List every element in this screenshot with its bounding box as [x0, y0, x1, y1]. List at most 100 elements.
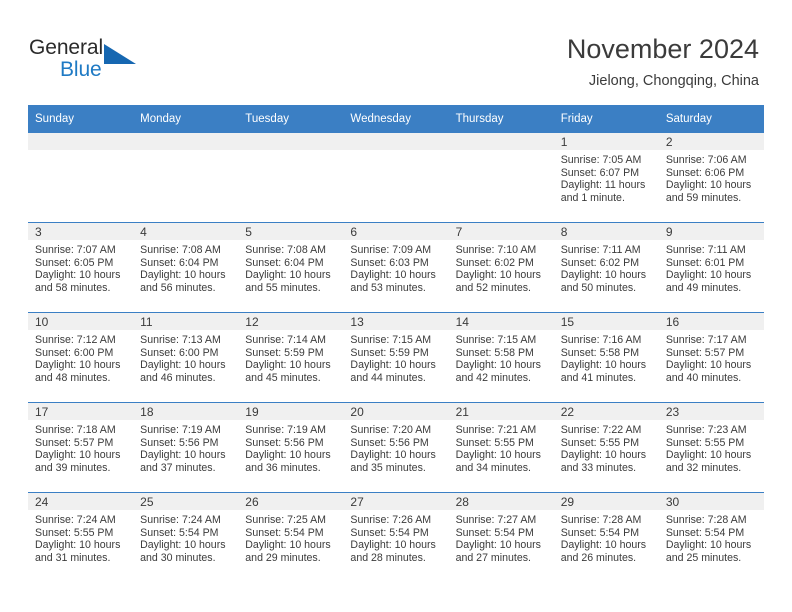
- calendar-day-cell[interactable]: 19 Sunrise: 7:19 AM Sunset: 5:56 PM Dayligh…: [238, 402, 344, 493]
- calendar-day-cell[interactable]: 18 Sunrise: 7:19 AM Sunset: 5:56 PM Dayligh…: [133, 402, 239, 493]
- calendar-day-cell[interactable]: 23 Sunrise: 7:23 AM Sunset: 5:55 PM Dayligh…: [658, 402, 764, 493]
- sunset-text: Sunset: 5:54 PM: [455, 526, 534, 539]
- daylight-text: Daylight: 10 hours and 40 minutes.: [665, 359, 752, 384]
- day-details: Sunrise: 7:05 AM Sunset: 6:07 PM Daylight:…: [554, 150, 659, 204]
- calendar-week-row: 24 Sunrise: 7:24 AM Sunset: 5:55 PM Dayligh…: [28, 492, 764, 582]
- calendar-day-cell[interactable]: 20 Sunrise: 7:20 AM Sunset: 5:56 PM Dayligh…: [343, 402, 449, 493]
- day-number: 18: [133, 403, 239, 420]
- day-details: Sunrise: 7:24 AM Sunset: 5:54 PM Daylight:…: [133, 510, 238, 564]
- day-number: 25: [133, 493, 239, 510]
- daylight-text: Daylight: 10 hours and 27 minutes.: [455, 539, 541, 564]
- sunset-text: Sunset: 6:00 PM: [35, 346, 114, 359]
- sunrise-text: Sunrise: 7:14 AM: [245, 334, 326, 346]
- daylight-text: Daylight: 10 hours and 29 minutes.: [245, 539, 331, 564]
- sunrise-text: Sunrise: 7:06 AM: [665, 154, 747, 166]
- sunset-text: Sunset: 5:55 PM: [455, 436, 534, 449]
- sunrise-text: Sunrise: 7:20 AM: [350, 424, 432, 436]
- sunset-text: Sunset: 5:58 PM: [560, 346, 640, 359]
- sunrise-text: Sunrise: 7:23 AM: [665, 424, 747, 436]
- day-details: Sunrise: 7:13 AM Sunset: 6:00 PM Daylight:…: [133, 330, 238, 384]
- sunset-text: Sunset: 5:55 PM: [665, 436, 745, 449]
- calendar-day-cell[interactable]: 27 Sunrise: 7:26 AM Sunset: 5:54 PM Dayligh…: [343, 492, 449, 582]
- calendar-day-cell[interactable]: 29 Sunrise: 7:28 AM Sunset: 5:54 PM Dayligh…: [553, 492, 659, 582]
- daylight-text: Daylight: 10 hours and 30 minutes.: [140, 539, 226, 564]
- calendar-day-cell[interactable]: 11 Sunrise: 7:13 AM Sunset: 6:00 PM Dayligh…: [133, 312, 239, 403]
- day-details: Sunrise: 7:09 AM Sunset: 6:03 PM Daylight:…: [343, 240, 448, 294]
- page-title: November 2024: [566, 34, 759, 64]
- calendar-day-cell[interactable]: 25 Sunrise: 7:24 AM Sunset: 5:54 PM Dayligh…: [133, 492, 239, 582]
- weekday-header-sunday: Sunday: [28, 105, 134, 133]
- day-number: 15: [553, 313, 659, 330]
- day-number: 9: [658, 223, 764, 240]
- calendar-day-cell[interactable]: 21 Sunrise: 7:21 AM Sunset: 5:55 PM Dayligh…: [448, 402, 554, 493]
- sunrise-text: Sunrise: 7:19 AM: [245, 424, 326, 436]
- sunrise-text: Sunrise: 7:07 AM: [35, 244, 116, 256]
- logo-text-blue: Blue: [60, 58, 102, 81]
- generalblue-logo[interactable]: General Blue: [29, 36, 164, 86]
- daylight-text: Daylight: 10 hours and 33 minutes.: [560, 449, 647, 474]
- day-details: Sunrise: 7:06 AM Sunset: 6:06 PM Daylight:…: [659, 150, 764, 204]
- calendar-day-cell[interactable]: 8 Sunrise: 7:11 AM Sunset: 6:02 PM Daylight…: [553, 222, 659, 313]
- calendar-day-cell[interactable]: 3 Sunrise: 7:07 AM Sunset: 6:05 PM Daylight…: [28, 222, 134, 313]
- sunrise-text: Sunrise: 7:15 AM: [455, 334, 537, 346]
- day-number: 27: [343, 493, 449, 510]
- calendar-day-cell[interactable]: 24 Sunrise: 7:24 AM Sunset: 5:55 PM Dayligh…: [28, 492, 134, 582]
- calendar-day-cell[interactable]: 22 Sunrise: 7:22 AM Sunset: 5:55 PM Dayligh…: [553, 402, 659, 493]
- day-number: 7: [448, 223, 554, 240]
- day-details: Sunrise: 7:17 AM Sunset: 5:57 PM Daylight:…: [659, 330, 764, 384]
- daylight-text: Daylight: 10 hours and 32 minutes.: [665, 449, 752, 474]
- sunset-text: Sunset: 5:54 PM: [350, 526, 429, 539]
- day-number: 6: [343, 223, 449, 240]
- sunset-text: Sunset: 6:04 PM: [245, 256, 324, 269]
- day-number: 1: [553, 133, 659, 150]
- sunset-text: Sunset: 5:54 PM: [560, 526, 640, 539]
- sunset-text: Sunset: 5:54 PM: [665, 526, 745, 539]
- daylight-text: Daylight: 10 hours and 39 minutes.: [35, 449, 121, 474]
- daylight-text: Daylight: 10 hours and 42 minutes.: [455, 359, 541, 384]
- sunrise-text: Sunrise: 7:28 AM: [665, 514, 747, 526]
- calendar-day-cell[interactable]: 10 Sunrise: 7:12 AM Sunset: 6:00 PM Dayligh…: [28, 312, 134, 403]
- calendar-week-row: 3 Sunrise: 7:07 AM Sunset: 6:05 PM Daylight…: [28, 222, 764, 313]
- sunrise-text: Sunrise: 7:16 AM: [560, 334, 642, 346]
- calendar-day-cell[interactable]: 16 Sunrise: 7:17 AM Sunset: 5:57 PM Dayligh…: [658, 312, 764, 403]
- triangle-icon: [104, 44, 136, 64]
- day-number-band: [448, 133, 554, 150]
- calendar-day-cell[interactable]: 2 Sunrise: 7:06 AM Sunset: 6:06 PM Daylight…: [658, 133, 764, 223]
- daylight-text: Daylight: 10 hours and 25 minutes.: [665, 539, 752, 564]
- day-number: 2: [658, 133, 764, 150]
- calendar-day-cell[interactable]: 9 Sunrise: 7:11 AM Sunset: 6:01 PM Daylight…: [658, 222, 764, 313]
- calendar-day-cell[interactable]: 14 Sunrise: 7:15 AM Sunset: 5:58 PM Dayligh…: [448, 312, 554, 403]
- calendar-day-cell[interactable]: 7 Sunrise: 7:10 AM Sunset: 6:02 PM Daylight…: [448, 222, 554, 313]
- daylight-text: Daylight: 10 hours and 44 minutes.: [350, 359, 436, 384]
- calendar-day-cell[interactable]: 5 Sunrise: 7:08 AM Sunset: 6:04 PM Daylight…: [238, 222, 344, 313]
- daylight-text: Daylight: 10 hours and 41 minutes.: [560, 359, 647, 384]
- sunrise-text: Sunrise: 7:09 AM: [350, 244, 432, 256]
- day-details: Sunrise: 7:23 AM Sunset: 5:55 PM Daylight:…: [659, 420, 764, 474]
- calendar-day-cell[interactable]: 30 Sunrise: 7:28 AM Sunset: 5:54 PM Dayligh…: [658, 492, 764, 582]
- day-number: 23: [658, 403, 764, 420]
- sunrise-text: Sunrise: 7:26 AM: [350, 514, 432, 526]
- daylight-text: Daylight: 10 hours and 35 minutes.: [350, 449, 436, 474]
- calendar-day-cell[interactable]: 17 Sunrise: 7:18 AM Sunset: 5:57 PM Dayligh…: [28, 402, 134, 493]
- calendar-day-cell[interactable]: 4 Sunrise: 7:08 AM Sunset: 6:04 PM Daylight…: [133, 222, 239, 313]
- daylight-text: Daylight: 10 hours and 59 minutes.: [665, 179, 752, 204]
- day-details: Sunrise: 7:15 AM Sunset: 5:58 PM Daylight:…: [449, 330, 554, 384]
- sunrise-text: Sunrise: 7:05 AM: [560, 154, 642, 166]
- sunrise-text: Sunrise: 7:24 AM: [35, 514, 116, 526]
- calendar-day-cell[interactable]: 12 Sunrise: 7:14 AM Sunset: 5:59 PM Dayligh…: [238, 312, 344, 403]
- calendar-day-cell[interactable]: 13 Sunrise: 7:15 AM Sunset: 5:59 PM Dayligh…: [343, 312, 449, 403]
- sunrise-text: Sunrise: 7:08 AM: [245, 244, 326, 256]
- calendar-day-cell[interactable]: 28 Sunrise: 7:27 AM Sunset: 5:54 PM Dayligh…: [448, 492, 554, 582]
- day-number: 14: [448, 313, 554, 330]
- daylight-text: Daylight: 10 hours and 36 minutes.: [245, 449, 331, 474]
- calendar-cell-empty: [238, 133, 344, 223]
- calendar-day-cell[interactable]: 15 Sunrise: 7:16 AM Sunset: 5:58 PM Dayligh…: [553, 312, 659, 403]
- day-number: 10: [28, 313, 134, 330]
- calendar-day-cell[interactable]: 6 Sunrise: 7:09 AM Sunset: 6:03 PM Daylight…: [343, 222, 449, 313]
- daylight-text: Daylight: 10 hours and 58 minutes.: [35, 269, 121, 294]
- weekday-header-friday: Friday: [553, 105, 659, 133]
- calendar-day-cell[interactable]: 26 Sunrise: 7:25 AM Sunset: 5:54 PM Dayligh…: [238, 492, 344, 582]
- sunset-text: Sunset: 5:59 PM: [245, 346, 324, 359]
- calendar-day-cell[interactable]: 1 Sunrise: 7:05 AM Sunset: 6:07 PM Daylight…: [553, 133, 659, 223]
- daylight-text: Daylight: 10 hours and 49 minutes.: [665, 269, 752, 294]
